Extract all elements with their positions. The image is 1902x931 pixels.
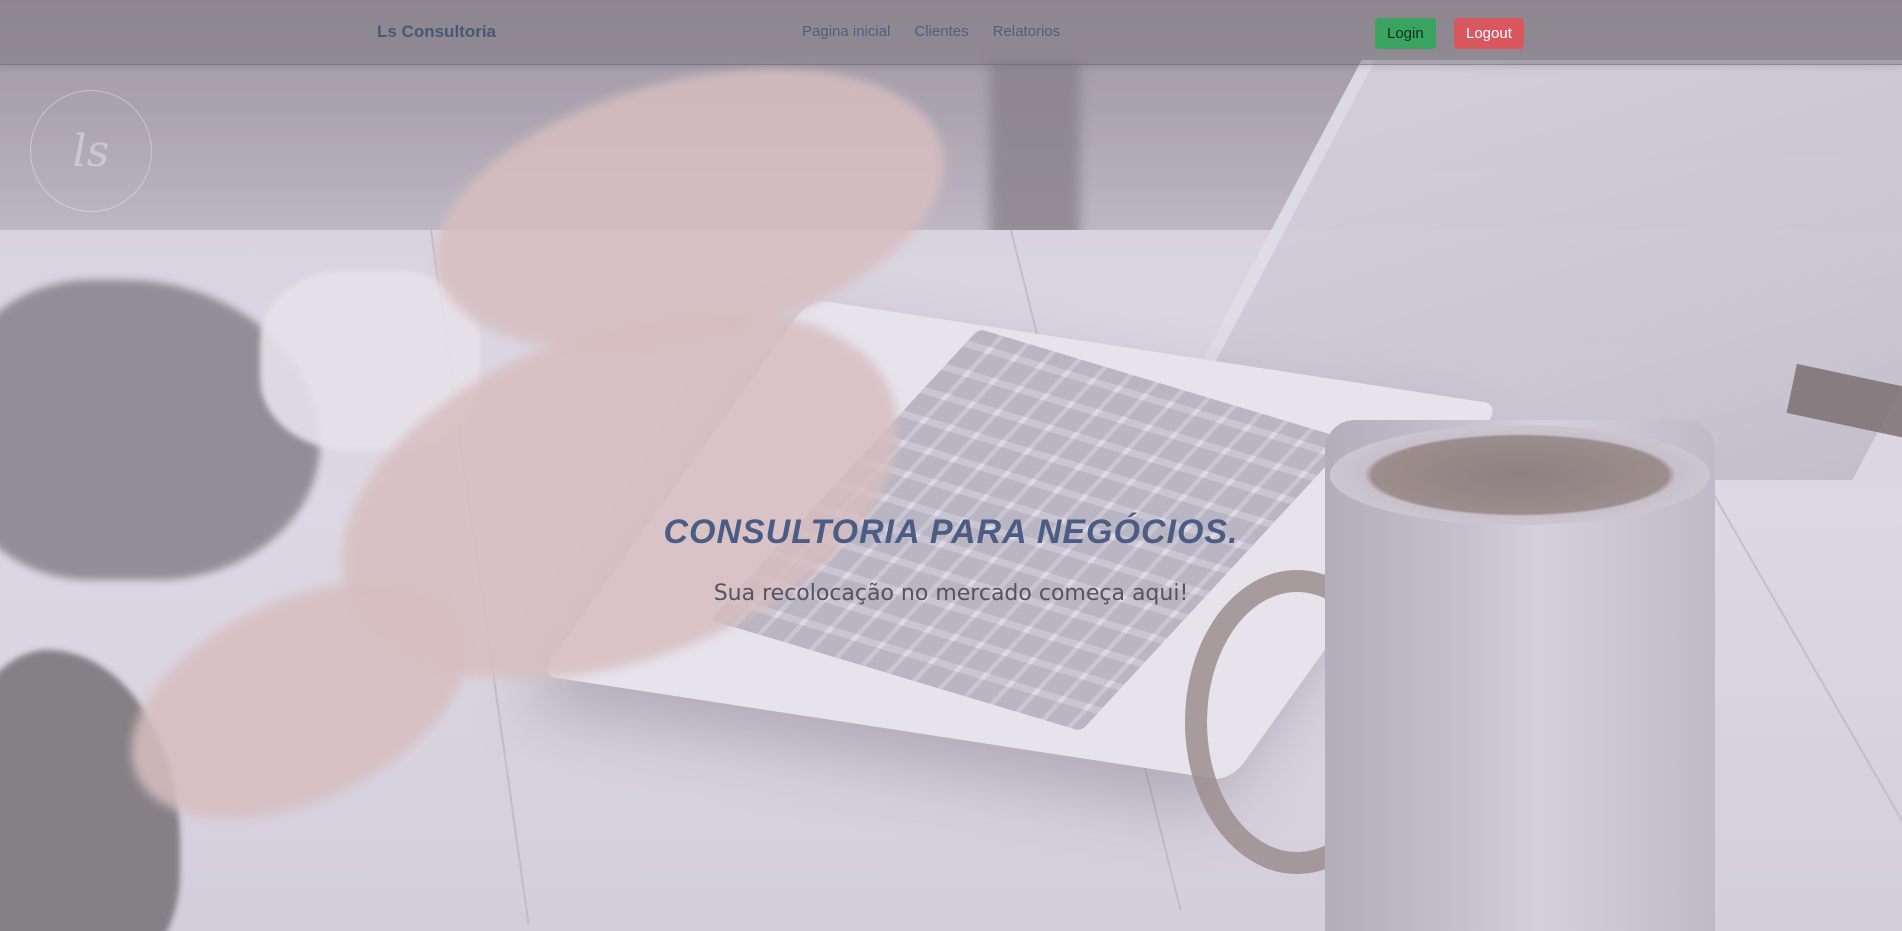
nav-links: Pagina inicial Clientes Relatorios xyxy=(802,23,1060,40)
hero-background-image xyxy=(0,0,1902,931)
login-button[interactable]: Login xyxy=(1375,18,1436,49)
nav-link-clientes[interactable]: Clientes xyxy=(914,23,968,40)
nav-link-pagina-inicial[interactable]: Pagina inicial xyxy=(802,23,890,40)
logo-watermark-text: ls xyxy=(72,125,110,177)
page: ls Ls Consultoria Pagina inicial Cliente… xyxy=(0,0,1902,931)
navbar: Ls Consultoria Pagina inicial Clientes R… xyxy=(0,0,1902,65)
logout-button[interactable]: Logout xyxy=(1454,18,1524,49)
brand-link[interactable]: Ls Consultoria xyxy=(377,22,496,42)
logo-watermark: ls xyxy=(30,90,152,212)
background-overlay xyxy=(0,0,1902,931)
nav-link-relatorios[interactable]: Relatorios xyxy=(993,23,1061,40)
